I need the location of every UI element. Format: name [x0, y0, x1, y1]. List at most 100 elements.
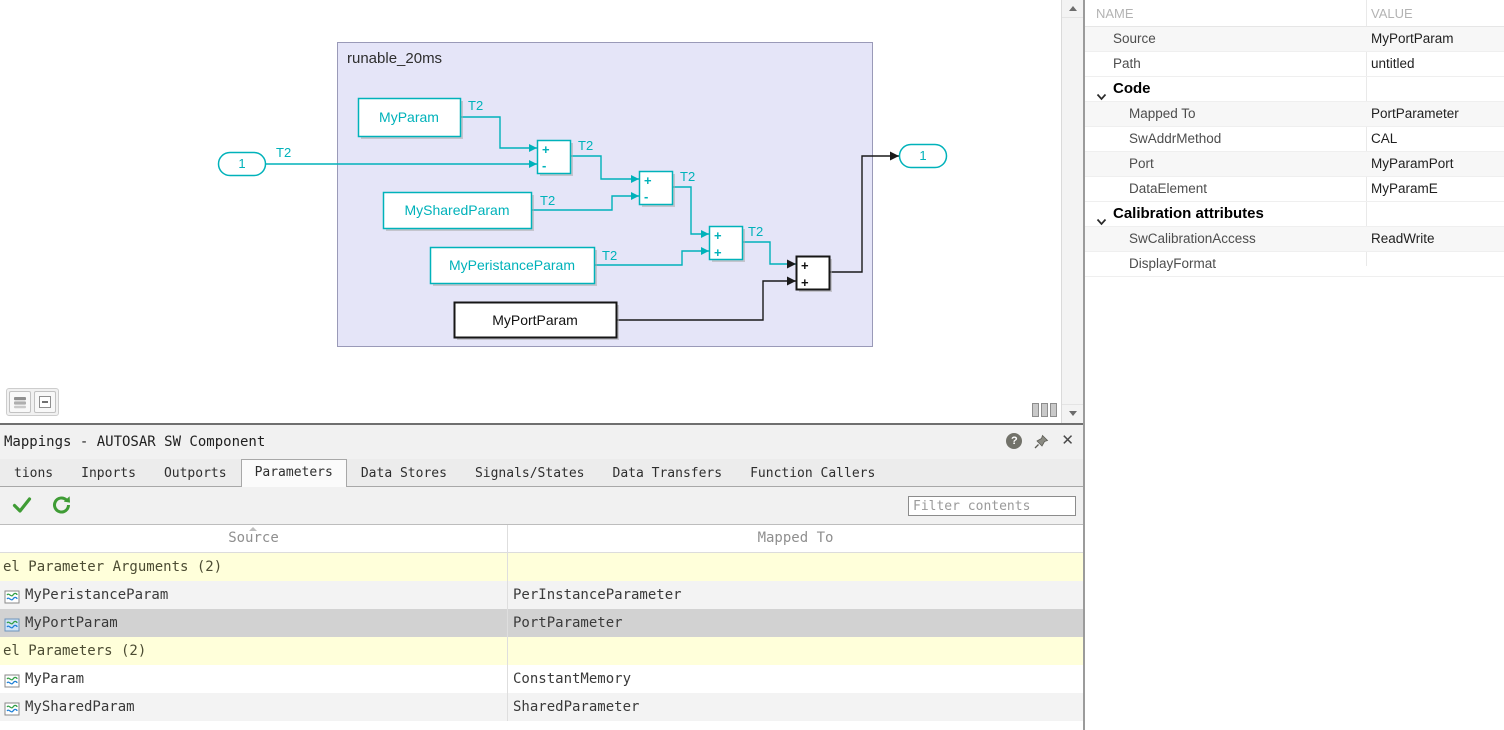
app-root: runable_20ms MyParam MySharedParam MyPer…	[0, 0, 1504, 730]
sum-block-3[interactable]: + +	[708, 225, 746, 263]
signal-label: T2	[276, 145, 291, 160]
block-myperistanceparam[interactable]: MyPeristanceParam	[429, 246, 598, 287]
mapped-to-cell[interactable]: PerInstanceParameter	[513, 581, 682, 609]
tab-functions[interactable]: tions	[0, 460, 67, 486]
outport-block[interactable]: 1	[898, 143, 948, 169]
subsystem-label: runable_20ms	[347, 50, 442, 67]
column-header-source[interactable]: Source	[0, 525, 507, 552]
mappings-tab-bar: tions Inports Outports Parameters Data S…	[0, 459, 1083, 487]
mappings-toolbar	[0, 487, 1083, 525]
sum-block-1[interactable]: + -	[536, 139, 574, 177]
tab-data-transfers[interactable]: Data Transfers	[599, 460, 737, 486]
model-data-badge-button[interactable]	[9, 391, 31, 413]
value-column-header: VALUE	[1371, 6, 1413, 21]
tab-signals-states[interactable]: Signals/States	[461, 460, 599, 486]
sum4-sign-bottom: +	[801, 275, 809, 290]
refresh-icon	[53, 496, 70, 514]
table-row-myperistanceparam[interactable]: MyPeristanceParam PerInstanceParameter	[0, 581, 1083, 609]
parameter-icon	[4, 587, 20, 604]
close-icon[interactable]: ✕	[1061, 433, 1074, 449]
group-row-parameter-arguments[interactable]: el Parameter Arguments (2)	[0, 553, 1083, 581]
tab-outports[interactable]: Outports	[150, 460, 241, 486]
sum4-sign-top: +	[801, 258, 809, 273]
mapped-to-cell[interactable]: PortParameter	[513, 609, 623, 637]
block-myportparam[interactable]: MyPortParam	[453, 301, 620, 341]
scroll-up-icon	[1068, 6, 1077, 11]
collapse-icon	[39, 396, 51, 408]
property-row-source: Source MyPortParam	[1085, 27, 1504, 52]
simulink-diagram: runable_20ms MyParam MySharedParam MyPer…	[217, 42, 948, 347]
signal-label: T2	[578, 138, 593, 153]
source-cell: MySharedParam	[25, 699, 135, 715]
validate-button[interactable]	[9, 492, 35, 518]
block-myperistanceparam-label: MyPeristanceParam	[449, 257, 575, 273]
signal-label: T2	[680, 169, 695, 184]
source-cell: MyPeristanceParam	[25, 587, 169, 603]
sum2-sign-top: +	[644, 173, 652, 188]
parameter-icon	[4, 615, 20, 632]
filter-input[interactable]	[908, 496, 1076, 516]
group-label: el Parameters (2)	[3, 643, 147, 659]
group-row-parameters[interactable]: el Parameters (2)	[0, 637, 1083, 665]
block-myparam[interactable]: MyParam	[357, 97, 464, 140]
section-row-code[interactable]: Code	[1085, 77, 1504, 102]
tab-function-callers[interactable]: Function Callers	[736, 460, 889, 486]
check-icon	[12, 497, 32, 513]
sum3-sign-bottom: +	[714, 245, 722, 260]
signal-label: T2	[540, 193, 555, 208]
pin-icon[interactable]	[1034, 434, 1049, 449]
tab-parameters[interactable]: Parameters	[240, 459, 347, 487]
table-body: el Parameter Arguments (2) MyPeristanceP…	[0, 553, 1083, 721]
name-column-header: NAME	[1096, 6, 1134, 21]
mappings-table: Source Mapped To el Parameter Arguments …	[0, 524, 1083, 730]
signal-label: T2	[748, 224, 763, 239]
diagram-canvas[interactable]: runable_20ms MyParam MySharedParam MyPer…	[0, 0, 1083, 425]
property-row-mapped-to: Mapped To PortParameter	[1085, 102, 1504, 127]
outport-label: 1	[919, 148, 926, 163]
parameter-icon	[4, 671, 20, 688]
inspector-header: NAME VALUE	[1085, 0, 1504, 27]
sum1-sign-bottom: -	[542, 158, 546, 173]
inport-label: 1	[238, 156, 245, 171]
section-row-calibration-attributes[interactable]: Calibration attributes	[1085, 202, 1504, 227]
scroll-down-button[interactable]	[1062, 404, 1083, 422]
table-row-myportparam[interactable]: MyPortParam PortParameter	[0, 609, 1083, 637]
mapped-to-cell[interactable]: ConstantMemory	[513, 665, 631, 693]
help-icon[interactable]: ?	[1006, 433, 1023, 449]
table-row-myparam[interactable]: MyParam ConstantMemory	[0, 665, 1083, 693]
signal-label: T2	[602, 248, 617, 263]
tab-data-stores[interactable]: Data Stores	[347, 460, 461, 486]
property-inspector: NAME VALUE Source MyPortParam Path untit…	[1085, 0, 1504, 730]
table-header: Source Mapped To	[0, 525, 1083, 553]
parameter-icon	[4, 699, 20, 716]
source-cell: MyParam	[25, 671, 85, 687]
table-row-mysharedparam[interactable]: MySharedParam SharedParameter	[0, 693, 1083, 721]
scroll-down-icon	[1068, 411, 1077, 416]
canvas-badge-bar	[6, 388, 59, 416]
inport-block[interactable]: 1	[217, 151, 267, 177]
panel-title: Mappings - AUTOSAR SW Component	[4, 434, 266, 450]
column-divider[interactable]	[507, 525, 508, 721]
update-button[interactable]	[49, 492, 75, 518]
column-header-mapped-to[interactable]: Mapped To	[508, 525, 1083, 552]
sum-block-4[interactable]: + +	[795, 255, 833, 293]
block-mysharedparam-label: MySharedParam	[404, 202, 509, 218]
tab-inports[interactable]: Inports	[67, 460, 150, 486]
source-cell: MyPortParam	[25, 615, 118, 631]
block-mysharedparam[interactable]: MySharedParam	[382, 191, 535, 232]
group-label: el Parameter Arguments (2)	[3, 559, 223, 575]
scroll-up-button[interactable]	[1062, 0, 1083, 18]
mappings-titlebar: Mappings - AUTOSAR SW Component ? ✕	[0, 425, 1083, 459]
canvas-vertical-scrollbar[interactable]	[1061, 0, 1083, 423]
titlebar-actions: ? ✕	[1006, 433, 1074, 449]
sum-block-2[interactable]: + -	[638, 170, 676, 208]
collapse-badge-button[interactable]	[34, 391, 56, 413]
sum3-sign-top: +	[714, 228, 722, 243]
mapped-to-cell[interactable]: SharedParameter	[513, 693, 639, 721]
sum2-sign-bottom: -	[644, 189, 648, 204]
block-myportparam-label: MyPortParam	[492, 312, 578, 328]
splitter-grip-icon[interactable]	[1032, 403, 1057, 417]
property-row-port: Port MyParamPort	[1085, 152, 1504, 177]
sum1-sign-top: +	[542, 142, 550, 157]
signal-label: T2	[468, 98, 483, 113]
